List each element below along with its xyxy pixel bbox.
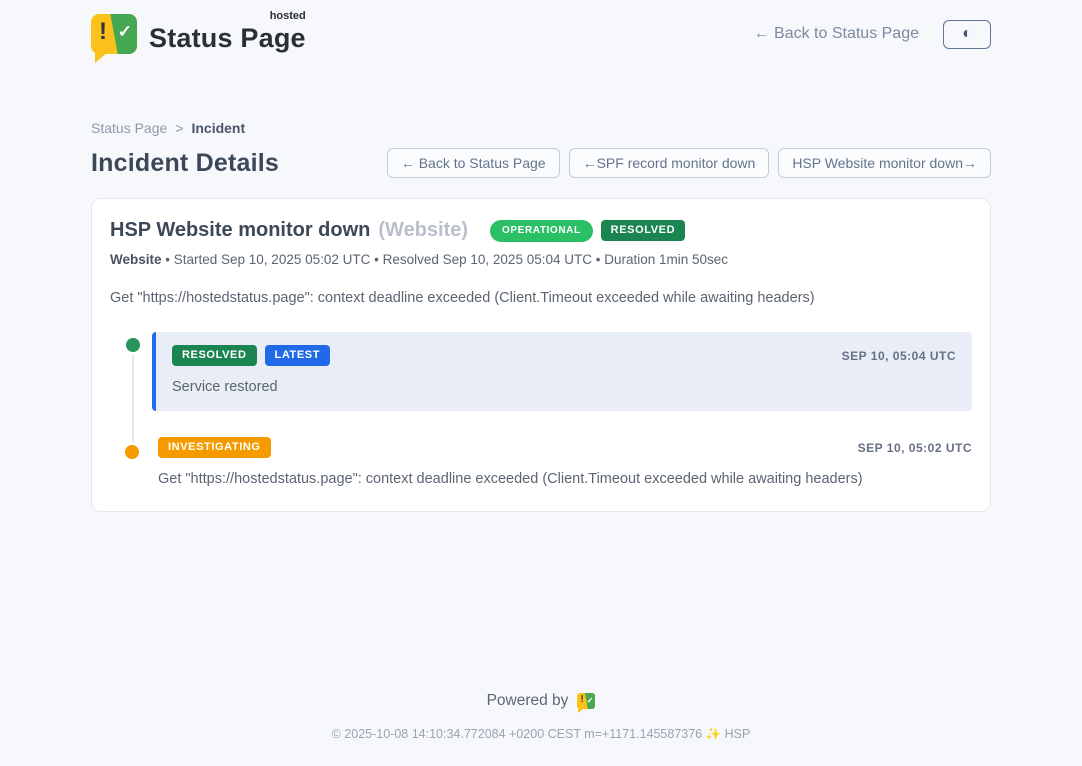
incident-description: Get "https://hostedstatus.page": context… — [110, 290, 972, 306]
theme-toggle-icon: ◐ — [962, 26, 972, 42]
timeline-entry-latest: RESOLVED LATEST SEP 10, 05:04 UTC Servic… — [152, 332, 972, 411]
incident-card-header: HSP Website monitor down (Website) OPERA… — [110, 219, 972, 242]
incident-meta: Website • Started Sep 10, 2025 05:02 UTC… — [110, 252, 972, 267]
timeline-entry-badges: RESOLVED LATEST — [172, 345, 330, 366]
timeline-investigating-badge: INVESTIGATING — [158, 437, 271, 458]
timeline-entry-head: RESOLVED LATEST SEP 10, 05:04 UTC — [172, 345, 956, 366]
powered-by-row: Powered by ! ✓ — [91, 692, 991, 710]
header: ! ✓ Status Page hosted ← Back to Status … — [0, 0, 1082, 54]
timeline-dot-resolved-icon — [126, 338, 140, 352]
main-content: Status Page > Incident Incident Details … — [91, 120, 991, 766]
incident-meta-details: • Started Sep 10, 2025 05:02 UTC • Resol… — [162, 252, 729, 267]
powered-by-label: Powered by — [487, 692, 569, 710]
mini-logo-tail — [578, 709, 583, 713]
back-to-status-page-link[interactable]: ← Back to Status Page — [754, 25, 919, 43]
hsp-logo-icon-small[interactable]: ! ✓ — [577, 693, 595, 709]
timeline-rail — [132, 354, 134, 451]
header-actions: ← Back to Status Page ◐ — [754, 20, 991, 49]
timeline-timestamp: SEP 10, 05:02 UTC — [858, 441, 972, 455]
breadcrumb: Status Page > Incident — [91, 120, 991, 136]
brand-superscript: hosted — [270, 10, 306, 22]
timeline-entry-investigating: INVESTIGATING SEP 10, 05:02 UTC Get "htt… — [152, 437, 972, 487]
theme-toggle-button[interactable]: ◐ — [943, 20, 991, 49]
logo-exclamation-glyph: ! — [99, 18, 107, 46]
timeline-dot-investigating-icon — [125, 445, 139, 459]
incident-service-name: Website — [110, 252, 162, 267]
status-page-logo-icon: ! ✓ — [91, 14, 137, 54]
copyright-text: © 2025-10-08 14:10:34.772084 +0200 CEST … — [91, 727, 991, 766]
nav-next-incident-button[interactable]: HSP Website monitor down→ — [778, 148, 991, 178]
resolved-state-badge: RESOLVED — [601, 220, 686, 241]
timeline-message: Get "https://hostedstatus.page": context… — [158, 471, 972, 487]
nav-back-to-status-page-button[interactable]: ← Back to Status Page — [387, 148, 560, 178]
mini-logo-exclamation-glyph: ! — [580, 694, 583, 705]
timeline-entry-badges: INVESTIGATING — [158, 437, 271, 458]
operational-status-badge: OPERATIONAL — [490, 220, 593, 242]
mini-logo-check-glyph: ✓ — [587, 696, 594, 705]
footer: Powered by ! ✓ © 2025-10-08 14:10:34.772… — [91, 692, 991, 766]
nav-prev-incident-button[interactable]: ←SPF record monitor down — [569, 148, 770, 178]
timeline-message: Service restored — [172, 379, 956, 395]
timeline-timestamp: SEP 10, 05:04 UTC — [842, 349, 956, 363]
breadcrumb-separator: > — [175, 120, 183, 136]
brand-text: Status Page hosted — [149, 15, 306, 54]
timeline-item: INVESTIGATING SEP 10, 05:02 UTC Get "htt… — [152, 437, 972, 487]
timeline-entry-head: INVESTIGATING SEP 10, 05:02 UTC — [158, 437, 972, 458]
incident-scope: (Website) — [378, 219, 468, 242]
incident-title: HSP Website monitor down — [110, 219, 370, 242]
timeline-item: RESOLVED LATEST SEP 10, 05:04 UTC Servic… — [152, 332, 972, 411]
brand-name: Status Page — [149, 23, 306, 53]
page-title: Incident Details — [91, 149, 279, 178]
breadcrumb-incident: Incident — [191, 120, 245, 136]
breadcrumb-status-page[interactable]: Status Page — [91, 120, 167, 136]
incident-card: HSP Website monitor down (Website) OPERA… — [91, 198, 991, 512]
incident-nav-buttons: ← Back to Status Page ←SPF record monito… — [387, 148, 991, 178]
brand-logo[interactable]: ! ✓ Status Page hosted — [91, 14, 306, 54]
timeline-latest-badge: LATEST — [265, 345, 331, 366]
incident-timeline: RESOLVED LATEST SEP 10, 05:04 UTC Servic… — [110, 332, 972, 487]
title-row: Incident Details ← Back to Status Page ←… — [91, 148, 991, 178]
logo-check-glyph: ✓ — [118, 23, 132, 40]
timeline-resolved-badge: RESOLVED — [172, 345, 257, 366]
